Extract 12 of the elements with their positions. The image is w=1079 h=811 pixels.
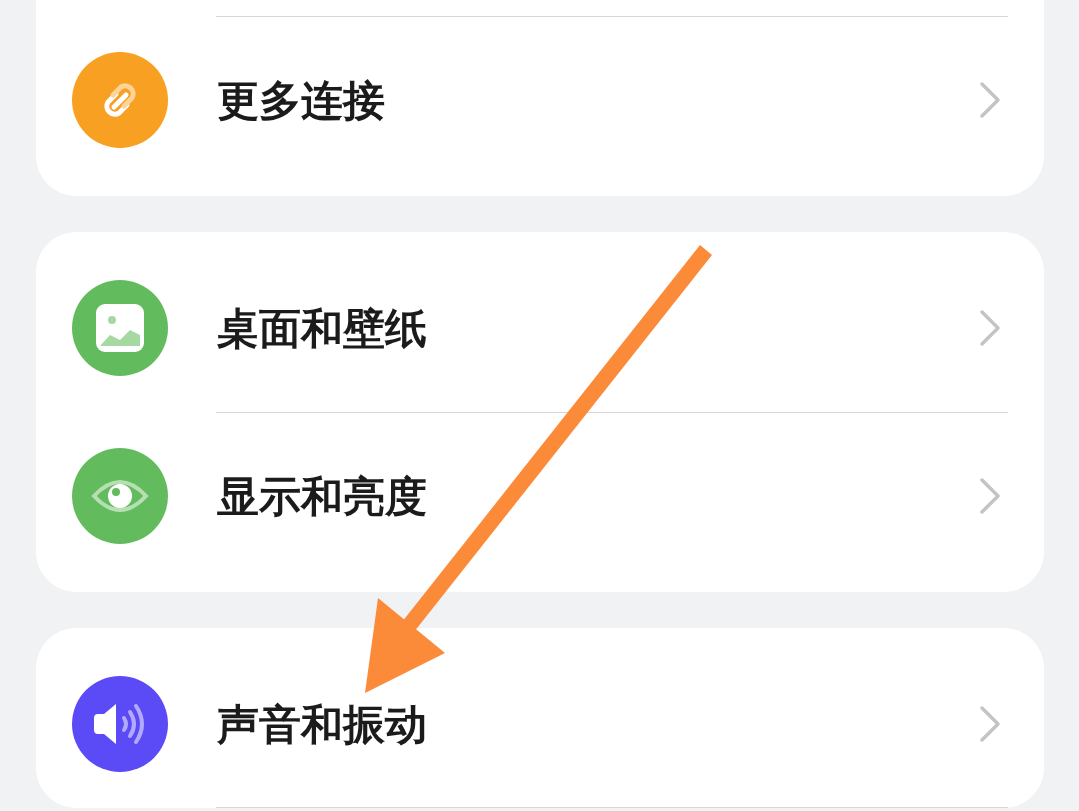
chevron-icon xyxy=(978,80,1002,120)
chevron-icon xyxy=(978,308,1002,348)
setting-label[interactable]: 更多连接 xyxy=(217,68,385,132)
chevron-icon xyxy=(978,704,1002,744)
setting-label[interactable]: 桌面和壁纸 xyxy=(217,296,427,360)
eye-icon xyxy=(72,448,168,544)
setting-label[interactable]: 显示和亮度 xyxy=(217,464,427,528)
speaker-icon xyxy=(72,676,168,772)
setting-label[interactable]: 声音和振动 xyxy=(217,692,427,756)
chevron-icon xyxy=(978,476,1002,516)
link-icon xyxy=(72,52,168,148)
image-icon xyxy=(72,280,168,376)
